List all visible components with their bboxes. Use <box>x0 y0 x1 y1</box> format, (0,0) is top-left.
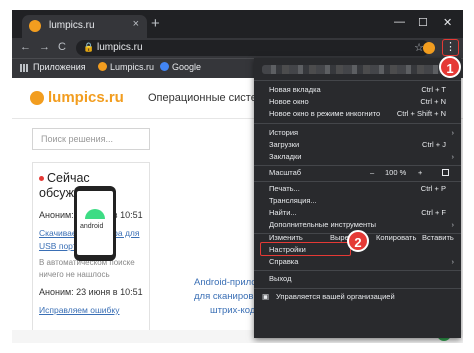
menu-divider <box>254 123 461 124</box>
menu-label: Закладки <box>269 152 302 161</box>
comment-link-2[interactable]: Исправляем ошибку <box>39 304 119 316</box>
menu-new-window[interactable]: Новое окно Ctrl + N <box>254 97 461 107</box>
menu-shortcut: Ctrl + T <box>421 85 446 94</box>
chrome-menu: Новая вкладка Ctrl + T Новое окно Ctrl + N… <box>254 58 461 338</box>
lock-icon[interactable]: 🔒 <box>83 42 94 53</box>
menu-label: Справка <box>269 257 299 266</box>
site-logo[interactable]: lumpics.ru <box>48 89 124 106</box>
tab-lumpics[interactable]: lumpics.ru × <box>22 15 147 38</box>
browser-window: lumpics.ru × + — ☐ ✕ ← → C 🔒 lumpics.ru … <box>12 10 463 343</box>
menu-shortcut: Ctrl + P <box>420 184 446 193</box>
tab-title: lumpics.ru <box>49 20 95 31</box>
menu-label: Выход <box>269 274 292 283</box>
menu-bookmarks[interactable]: Закладки › <box>254 152 461 162</box>
menu-shortcut: Ctrl + J <box>422 140 446 149</box>
back-button[interactable]: ← <box>20 41 31 53</box>
menu-history[interactable]: История › <box>254 128 461 138</box>
minimize-button[interactable]: — <box>394 16 405 28</box>
menu-divider <box>254 288 461 289</box>
bookmark-apps[interactable]: Приложения <box>33 62 86 72</box>
menu-shortcut: Ctrl + Shift + N <box>396 109 446 118</box>
menu-new-tab[interactable]: Новая вкладка Ctrl + T <box>254 85 461 95</box>
article-title[interactable]: Android-прилож <box>194 277 263 288</box>
comment-author-2: Аноним: 23 июня в 10:51 <box>39 287 143 297</box>
bookmark-lumpics[interactable]: Lumpics.ru <box>98 62 154 72</box>
close-window-button[interactable]: ✕ <box>443 16 452 29</box>
menu-label: Новая вкладка <box>269 85 321 94</box>
menu-label: История <box>269 128 299 137</box>
menu-label: Настройки <box>269 245 306 254</box>
apps-grid-icon <box>20 64 28 72</box>
maximize-button[interactable]: ☐ <box>418 16 428 29</box>
step-badge-2: 2 <box>347 230 369 252</box>
android-robot-icon <box>85 209 105 219</box>
step-badge-1: 1 <box>439 56 461 78</box>
bookmark-google-label: Google <box>172 62 202 72</box>
lumpics-logo-icon[interactable] <box>30 91 44 105</box>
menu-label: Трансляция... <box>269 196 317 205</box>
menu-paste[interactable]: Вставить <box>422 233 454 242</box>
menu-divider <box>254 181 461 182</box>
chrome-menu-button[interactable]: ⋮ <box>442 39 459 56</box>
menu-shortcut: Ctrl + F <box>421 208 446 217</box>
menu-managed[interactable]: ▣ Управляется вашей организацией <box>254 292 461 302</box>
site-search-input[interactable]: Поиск решения... <box>32 128 150 150</box>
menu-label: Печать... <box>269 184 300 193</box>
menu-label: Изменить <box>269 233 303 242</box>
url-text[interactable]: lumpics.ru <box>97 42 143 53</box>
menu-label: Найти... <box>269 208 297 217</box>
zoom-out-button[interactable]: – <box>370 168 374 177</box>
menu-label: Масштаб <box>269 168 302 177</box>
phone-screen: android <box>77 191 113 255</box>
google-icon <box>160 62 169 71</box>
chevron-right-icon: › <box>451 220 455 229</box>
toolbar: ← → C 🔒 lumpics.ru ☆ <box>12 38 463 58</box>
menu-help[interactable]: Справка › <box>254 257 461 267</box>
zoom-in-button[interactable]: + <box>418 168 422 177</box>
title-bar: lumpics.ru × + — ☐ ✕ <box>12 10 463 38</box>
android-label: android <box>80 223 104 230</box>
chevron-right-icon: › <box>451 128 455 137</box>
menu-find[interactable]: Найти... Ctrl + F <box>254 208 461 218</box>
search-placeholder: Поиск решения... <box>41 134 114 144</box>
android-phone-image[interactable]: android <box>74 186 116 261</box>
menu-zoom: Масштаб – 100 % + <box>254 168 461 178</box>
menu-more-tools[interactable]: Дополнительные инструменты › <box>254 220 461 230</box>
menu-divider <box>254 270 461 271</box>
menu-divider <box>254 80 461 81</box>
comment-text-cont: ничего не нашлось <box>39 270 110 279</box>
chevron-right-icon: › <box>451 257 455 266</box>
menu-shortcut: Ctrl + N <box>420 97 446 106</box>
blurred-extensions-row <box>262 65 452 74</box>
menu-label: Загрузки <box>269 140 300 149</box>
fullscreen-icon[interactable] <box>442 169 449 176</box>
menu-label: Дополнительные инструменты <box>269 220 377 229</box>
lumpics-icon <box>98 62 107 71</box>
menu-cast[interactable]: Трансляция... <box>254 196 461 206</box>
tab-close-icon[interactable]: × <box>133 18 139 30</box>
menu-label: Новое окно в режиме инкогнито <box>269 109 381 118</box>
chevron-right-icon: › <box>451 152 455 161</box>
bookmark-lumpics-label: Lumpics.ru <box>110 62 155 72</box>
profile-avatar[interactable] <box>423 42 435 54</box>
menu-exit[interactable]: Выход <box>254 274 461 284</box>
menu-label: Управляется вашей организацией <box>276 292 395 301</box>
building-icon: ▣ <box>262 292 270 301</box>
menu-label: Новое окно <box>269 97 309 106</box>
zoom-level: 100 % <box>385 168 407 177</box>
new-tab-button[interactable]: + <box>151 15 160 32</box>
menu-divider <box>254 165 461 166</box>
address-bar[interactable]: 🔒 lumpics.ru ☆ <box>76 40 430 56</box>
menu-incognito[interactable]: Новое окно в режиме инкогнито Ctrl + Shif… <box>254 109 461 119</box>
reload-button[interactable]: C <box>58 41 66 53</box>
menu-print[interactable]: Печать... Ctrl + P <box>254 184 461 194</box>
menu-downloads[interactable]: Загрузки Ctrl + J <box>254 140 461 150</box>
menu-copy[interactable]: Копировать <box>376 233 416 242</box>
forward-button[interactable]: → <box>39 41 50 53</box>
bookmark-google[interactable]: Google <box>160 62 201 72</box>
favicon-icon <box>29 20 41 32</box>
article-title-cont[interactable]: для сканиров <box>194 291 253 302</box>
